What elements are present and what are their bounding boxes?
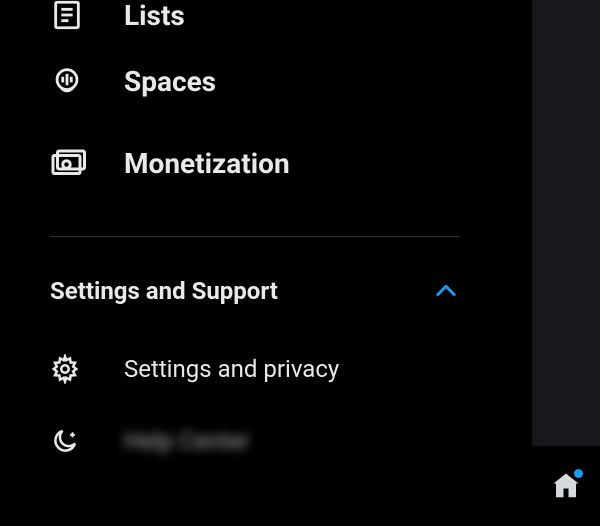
- moon-sparkle-icon: [50, 426, 80, 456]
- monetization-icon: [50, 145, 86, 181]
- section-settings-support[interactable]: Settings and Support: [50, 277, 460, 305]
- notification-dot: [574, 469, 583, 478]
- gear-icon: [50, 354, 80, 384]
- menu-label-spaces: Spaces: [124, 65, 216, 98]
- bottom-nav: [532, 446, 600, 526]
- menu-label-help-center: Help Center: [124, 427, 249, 455]
- menu-item-help-center[interactable]: Help Center: [50, 405, 484, 477]
- menu-label-lists: Lists: [124, 0, 185, 32]
- menu-item-monetization[interactable]: Monetization: [50, 122, 484, 204]
- lists-icon: [50, 0, 84, 32]
- menu-label-monetization: Monetization: [124, 147, 290, 180]
- menu-item-lists[interactable]: Lists: [50, 0, 484, 40]
- more-menu: Lists Spaces Monetization: [0, 0, 534, 526]
- spaces-icon: [50, 64, 84, 98]
- side-panel: [532, 0, 600, 526]
- home-button[interactable]: [551, 471, 581, 501]
- menu-item-spaces[interactable]: Spaces: [50, 40, 484, 122]
- divider: [50, 236, 460, 237]
- menu-label-settings-privacy: Settings and privacy: [124, 355, 339, 383]
- section-header-label: Settings and Support: [50, 277, 278, 305]
- chevron-up-icon: [432, 277, 460, 305]
- menu-item-settings-privacy[interactable]: Settings and privacy: [50, 333, 484, 405]
